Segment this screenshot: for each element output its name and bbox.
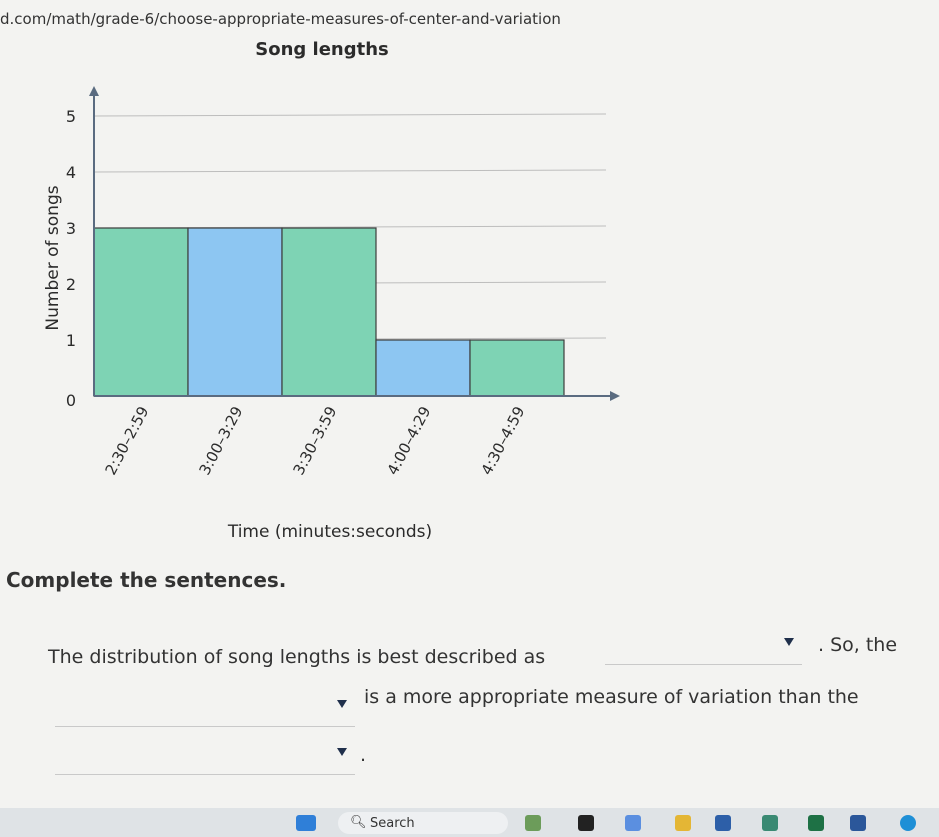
bars	[93, 227, 565, 397]
y-axis-arrow	[89, 86, 99, 96]
app-icon[interactable]	[578, 815, 594, 831]
windows-start-icon[interactable]	[296, 815, 316, 831]
search-icon: 🔍︎	[350, 815, 367, 830]
chart-title: Song lengths	[255, 39, 389, 60]
sentence-1-text: The distribution of song lengths is best…	[48, 646, 546, 668]
y-tick-label: 1	[66, 331, 76, 350]
measure-of-variation-dropdown-1[interactable]	[55, 690, 355, 727]
chevron-down-icon	[337, 700, 347, 708]
taskbar: 🔍︎ Search	[0, 808, 939, 837]
chevron-down-icon	[337, 748, 347, 756]
taskbar-search[interactable]: 🔍︎ Search	[338, 812, 508, 834]
histogram-chart: Song lengths 0 1 2 3 4 5 2:30–2:59 3:00–3:29 3:…	[43, 39, 620, 542]
x-tick-label: 3:30–3:59	[289, 403, 340, 478]
x-tick-label: 4:00–4:29	[383, 403, 434, 478]
x-tick-labels: 2:30–2:59 3:00–3:29 3:30–3:59 4:00–4:29 4:30…	[101, 403, 528, 478]
widget-icon[interactable]	[525, 815, 541, 831]
bar	[281, 227, 377, 397]
search-label: Search	[370, 816, 415, 831]
store-icon[interactable]	[715, 815, 731, 831]
sentence-1-end: . So, the	[818, 634, 898, 656]
x-tick-label: 3:00–3:29	[195, 403, 246, 478]
distribution-shape-dropdown[interactable]	[605, 628, 802, 665]
bar	[187, 227, 283, 397]
y-tick-label: 0	[66, 391, 76, 410]
chevron-down-icon	[784, 638, 794, 646]
bar	[375, 339, 471, 397]
x-tick-label: 2:30–2:59	[101, 403, 152, 478]
sentence-2-text: is a more appropriate measure of variati…	[364, 686, 859, 708]
x-axis-arrow	[610, 391, 620, 401]
word-icon[interactable]	[850, 815, 866, 831]
y-tick-label: 2	[66, 275, 76, 294]
bar	[469, 339, 565, 397]
y-tick-label: 5	[66, 107, 76, 126]
y-tick-label: 3	[66, 219, 76, 238]
sentence-3-end: .	[360, 744, 367, 766]
measure-of-variation-dropdown-2[interactable]	[55, 738, 355, 775]
gridline	[93, 169, 607, 173]
app-icon[interactable]	[762, 815, 778, 831]
x-tick-label: 4:30–4:59	[477, 403, 528, 478]
excel-icon[interactable]	[808, 815, 824, 831]
y-tick-label: 4	[66, 163, 76, 182]
browser-url: d.com/math/grade-6/choose-appropriate-me…	[0, 10, 561, 28]
edge-icon[interactable]	[900, 815, 916, 831]
x-axis-label: Time (minutes:seconds)	[227, 522, 432, 542]
y-tick-labels: 0 1 2 3 4 5	[66, 107, 76, 410]
gridline	[93, 113, 607, 117]
instructions: Complete the sentences.	[6, 568, 287, 592]
bar	[93, 227, 189, 397]
copilot-icon[interactable]	[625, 815, 641, 831]
y-axis-label: Number of songs	[43, 185, 63, 330]
file-explorer-icon[interactable]	[675, 815, 691, 831]
